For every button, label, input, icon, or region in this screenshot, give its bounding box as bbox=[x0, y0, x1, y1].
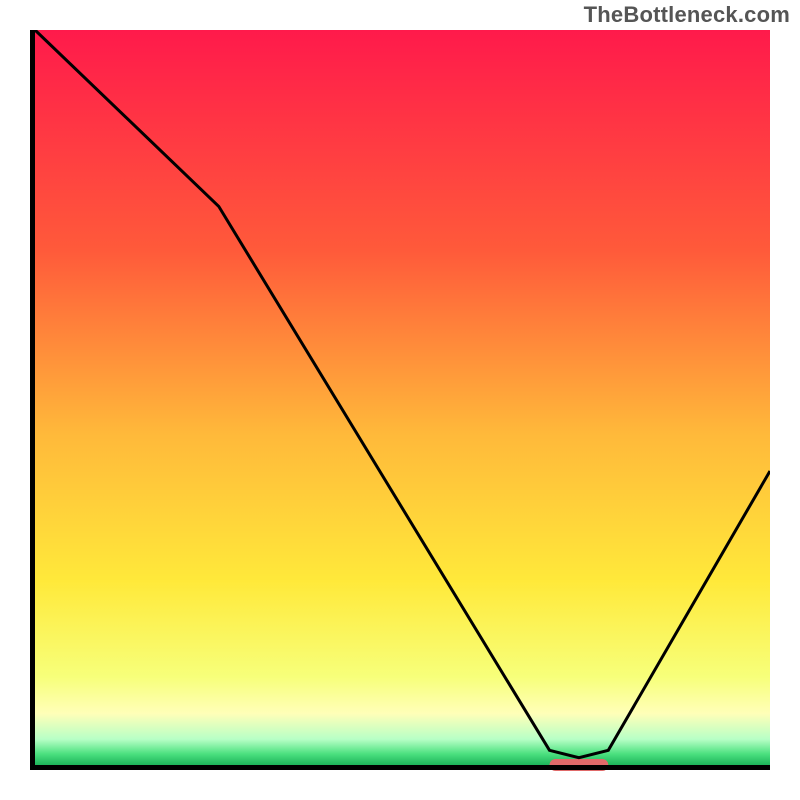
chart-container: TheBottleneck.com bbox=[0, 0, 800, 800]
watermark-text: TheBottleneck.com bbox=[584, 2, 790, 28]
plot-axes bbox=[30, 30, 770, 770]
